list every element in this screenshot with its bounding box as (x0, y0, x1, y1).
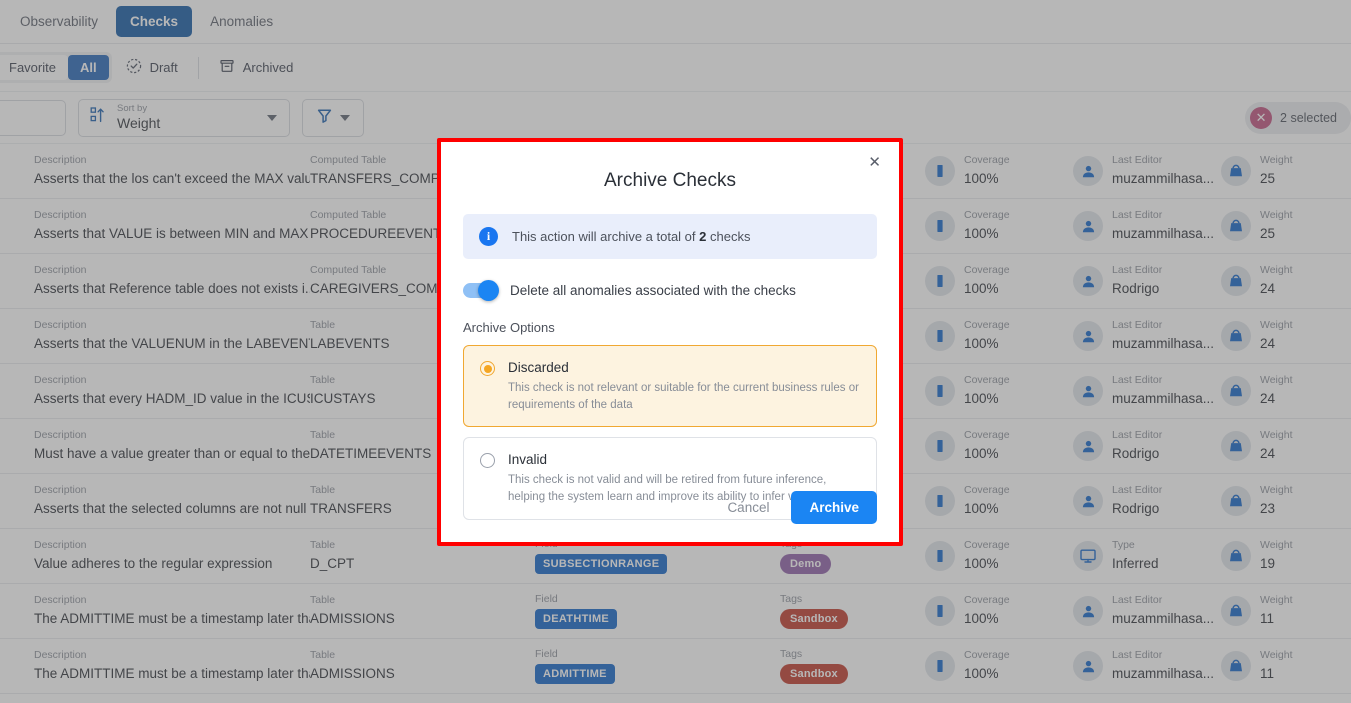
option-discarded-name: Discarded (508, 360, 569, 375)
radio-invalid-icon[interactable] (480, 453, 495, 469)
archive-checks-dialog: ✕ Archive Checks i This action will arch… (437, 138, 903, 546)
delete-anomalies-label: Delete all anomalies associated with the… (510, 283, 796, 298)
option-discarded[interactable]: Discarded This check is not relevant or … (463, 345, 877, 428)
dialog-actions: Cancel Archive (721, 491, 877, 524)
info-icon: i (479, 227, 498, 246)
option-invalid-name: Invalid (508, 452, 548, 468)
option-discarded-desc: This check is not relevant or suitable f… (508, 382, 859, 411)
option-discarded-body: Discarded This check is not relevant or … (508, 359, 860, 413)
archive-options-label: Archive Options (463, 320, 555, 335)
cancel-button[interactable]: Cancel (721, 492, 775, 523)
dialog-title: Archive Checks (604, 170, 736, 191)
delete-anomalies-toggle[interactable] (463, 280, 499, 301)
info-count: 2 (699, 229, 707, 244)
archive-button[interactable]: Archive (791, 491, 877, 524)
app-root: Observability Checks Anomalies Favorite … (0, 0, 1351, 703)
close-icon[interactable]: ✕ (864, 151, 885, 174)
info-banner: i This action will archive a total of 2 … (463, 214, 877, 259)
info-banner-text: This action will archive a total of 2 ch… (512, 229, 750, 244)
info-prefix: This action will archive a total of (512, 229, 696, 244)
radio-discarded-icon[interactable] (480, 361, 495, 376)
delete-anomalies-row: Delete all anomalies associated with the… (463, 280, 877, 301)
toggle-knob (478, 280, 499, 301)
info-suffix: checks (710, 229, 751, 244)
radio-dot (483, 364, 492, 373)
